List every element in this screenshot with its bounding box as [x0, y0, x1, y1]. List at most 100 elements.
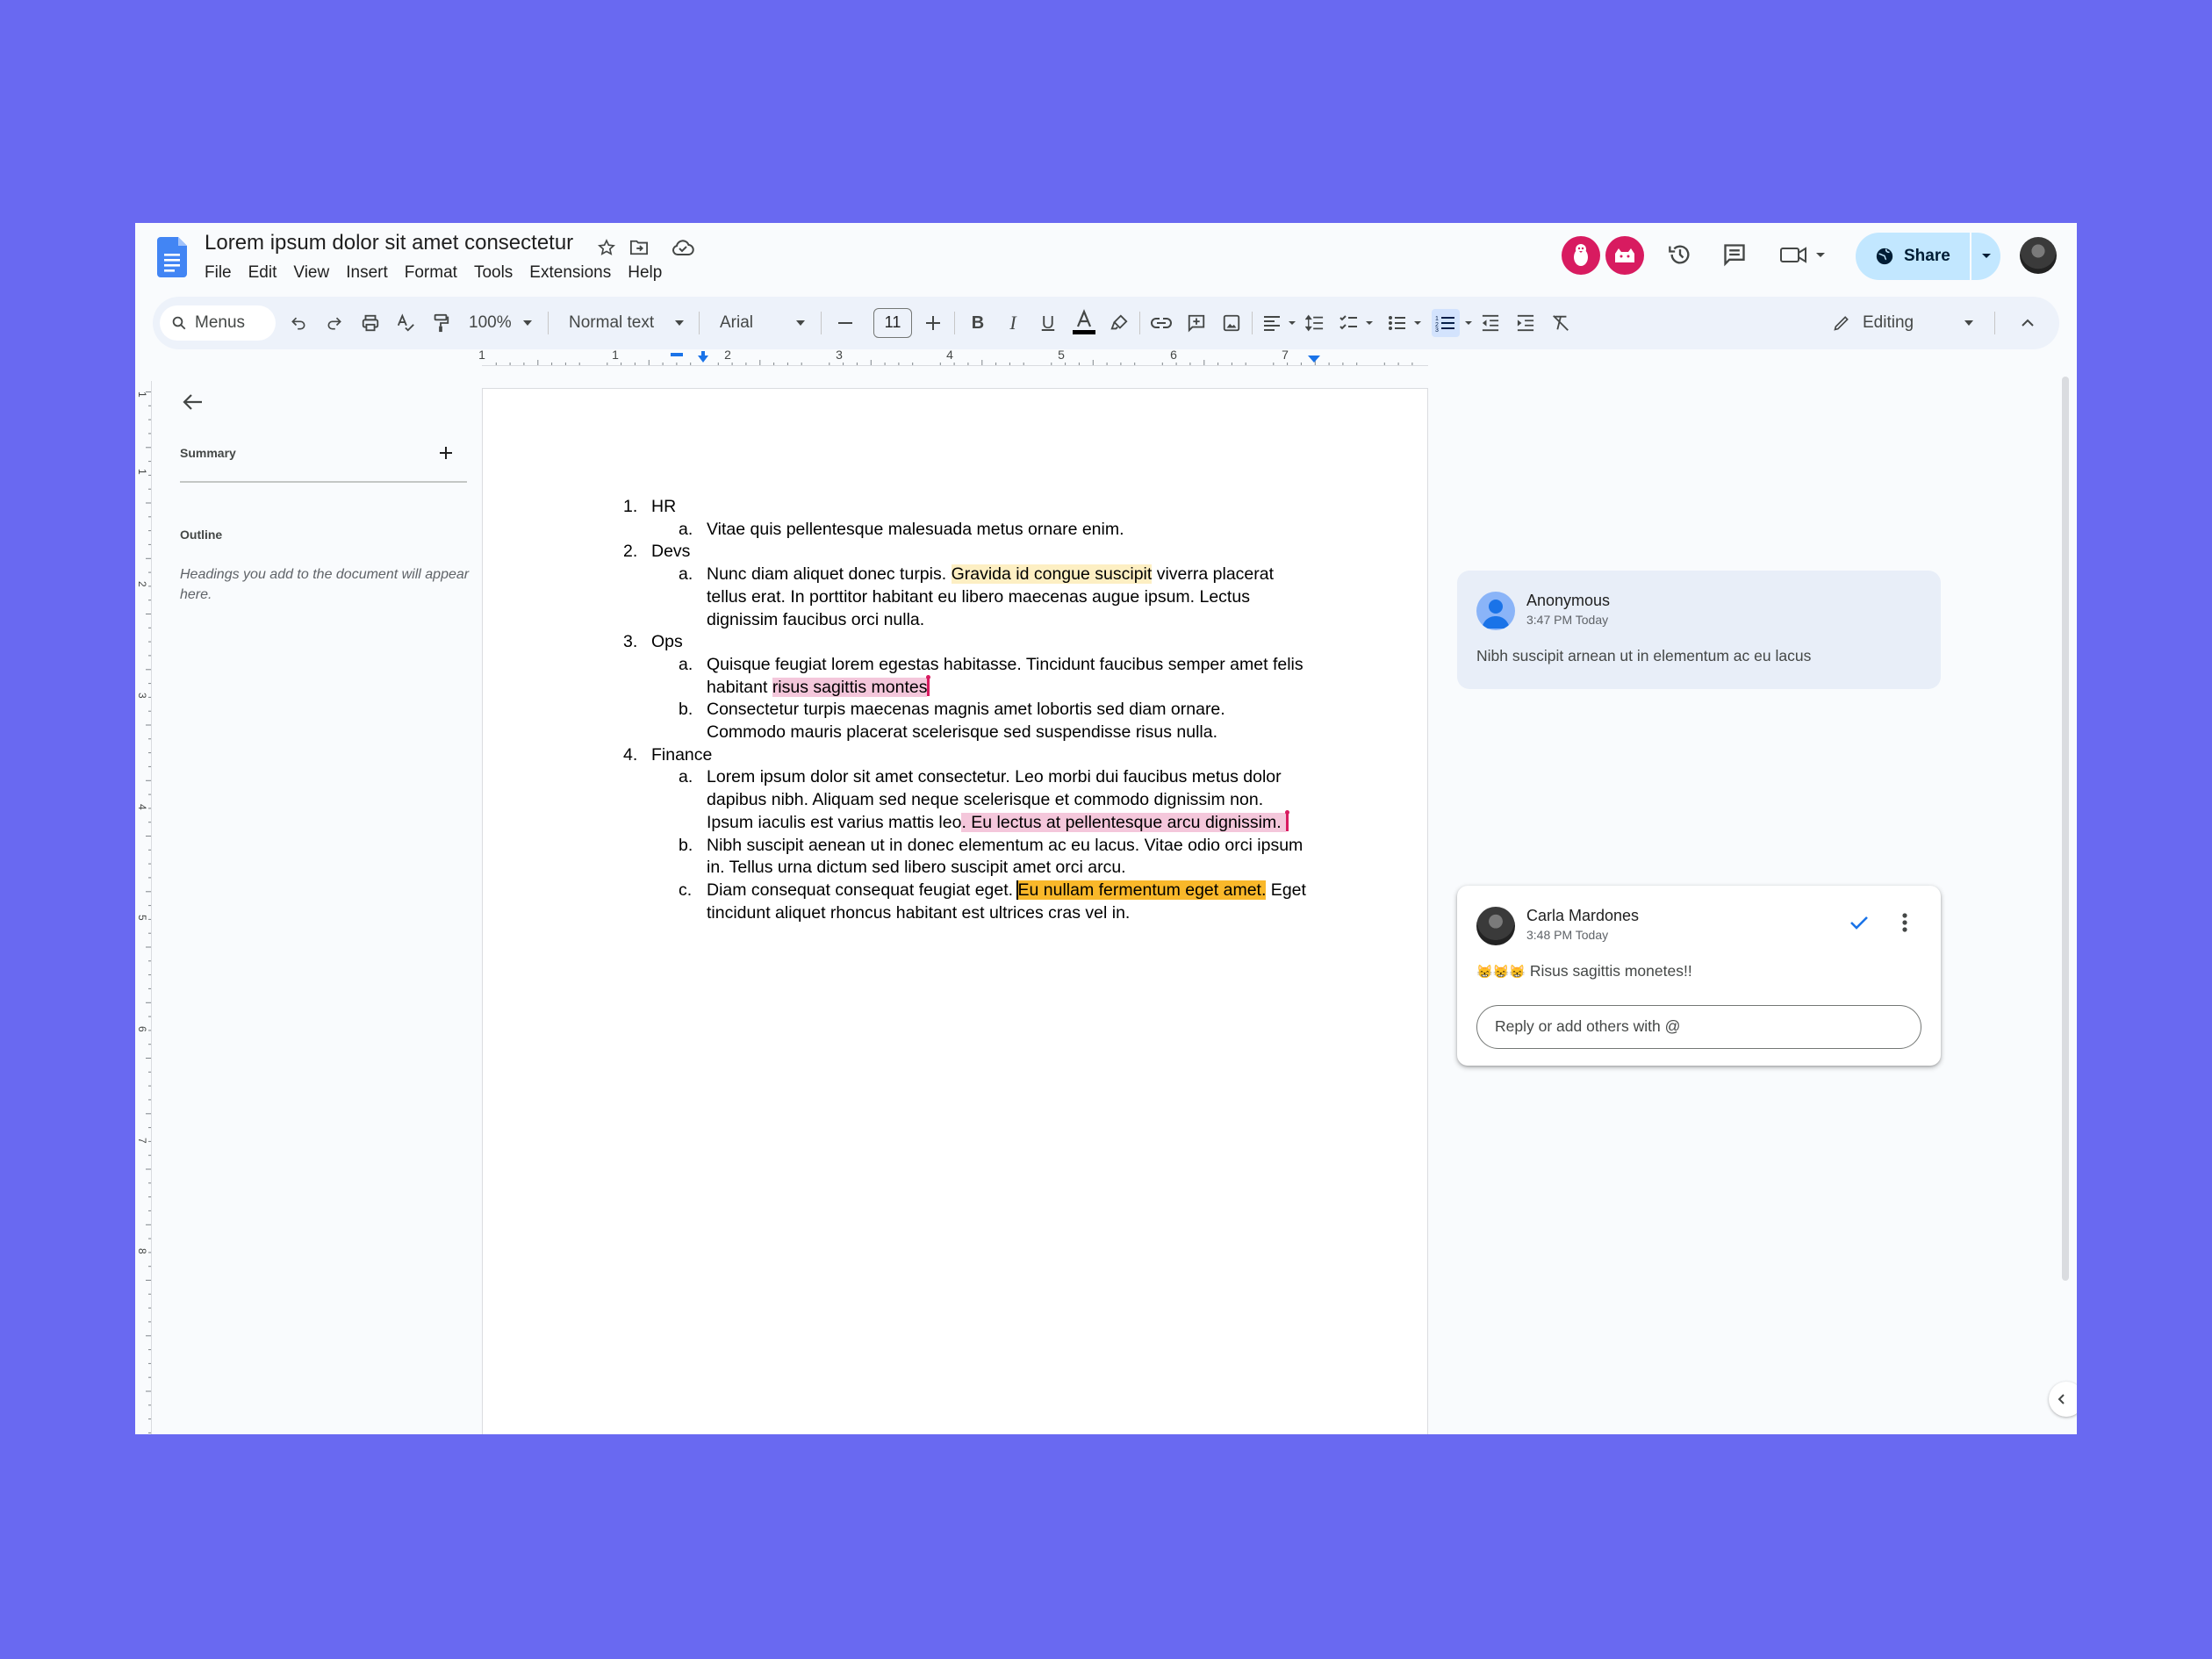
print-icon[interactable] — [358, 311, 383, 335]
checklist-icon[interactable] — [1338, 311, 1376, 335]
ruler-tick — [898, 363, 900, 365]
search-menus[interactable]: Menus — [160, 305, 276, 341]
line-spacing-icon[interactable] — [1303, 311, 1327, 335]
menu-file[interactable]: File — [205, 263, 232, 283]
share-dropdown-icon[interactable] — [1972, 233, 2000, 280]
ruler-tick — [1397, 363, 1399, 365]
ruler-tick — [939, 363, 941, 365]
style-select[interactable]: Normal text — [569, 297, 654, 349]
editing-mode-select[interactable]: Editing — [1863, 297, 1914, 349]
bulleted-list-icon[interactable] — [1386, 311, 1425, 335]
ruler-tick — [148, 765, 151, 767]
ruler-tick — [146, 779, 151, 781]
undo-icon[interactable] — [286, 311, 311, 335]
ruler-tick — [1161, 363, 1163, 365]
font-dropdown-icon[interactable] — [794, 318, 807, 328]
document-title[interactable]: Lorem ipsum dolor sit amet consectetur — [205, 231, 573, 255]
decrease-font-size-icon[interactable] — [833, 311, 858, 335]
list-item: 2. Devs — [623, 541, 1308, 564]
menu-tools[interactable]: Tools — [474, 263, 513, 283]
highlight-color-icon[interactable] — [1107, 311, 1131, 335]
zoom-dropdown-icon[interactable] — [521, 318, 534, 328]
toolbar: Menus 100% Normal text Arial 11 B I U 1 … — [153, 297, 2059, 349]
ruler-tick — [146, 946, 151, 948]
highlighted-text-yellow[interactable]: Gravida id congue suscipit — [951, 564, 1153, 585]
ruler-tick — [148, 1307, 151, 1309]
collaborator-avatar-2[interactable] — [1605, 236, 1644, 275]
decrease-indent-icon[interactable] — [1478, 311, 1503, 335]
ruler-tick — [953, 363, 955, 365]
paint-format-icon[interactable] — [428, 311, 453, 335]
menu-extensions[interactable]: Extensions — [529, 263, 611, 283]
list-text: Nunc diam aliquet donec turpis. — [707, 564, 952, 585]
comment-card-carla[interactable]: Carla Mardones 3:48 PM Today 😸😸😸 Risus s… — [1457, 886, 1941, 1066]
menu-help[interactable]: Help — [628, 263, 662, 283]
share-button[interactable]: Share — [1856, 233, 2000, 280]
text-color-icon[interactable] — [1071, 307, 1097, 337]
menu-edit[interactable]: Edit — [248, 263, 277, 283]
resolve-check-icon[interactable] — [1843, 907, 1875, 938]
clear-formatting-icon[interactable] — [1548, 311, 1573, 335]
move-to-folder-icon[interactable] — [628, 236, 650, 259]
account-avatar[interactable] — [2020, 237, 2057, 274]
font-size-input[interactable]: 11 — [873, 308, 912, 338]
list-number: b. — [679, 700, 693, 720]
zoom-select[interactable]: 100% — [469, 297, 512, 349]
spellcheck-icon[interactable] — [393, 311, 418, 335]
horizontal-ruler[interactable]: 1 1 2 3 4 5 6 7 — [135, 348, 2077, 370]
add-summary-icon[interactable] — [435, 442, 456, 463]
edit-pencil-icon — [1829, 311, 1854, 335]
ruler-tick — [801, 363, 802, 365]
ruler-tick — [148, 1362, 151, 1364]
document-page[interactable]: 1. HR a. Vitae quis pellentesque malesuada… — [482, 388, 1428, 1434]
ruler-tick — [148, 1376, 151, 1378]
increase-indent-icon[interactable] — [1513, 311, 1538, 335]
summary-heading: Summary — [180, 446, 236, 460]
star-icon[interactable] — [595, 236, 618, 259]
vertical-ruler[interactable]: 1 1 2 3 4 5 6 7 8 — [135, 381, 153, 1434]
menu-insert[interactable]: Insert — [346, 263, 388, 283]
italic-icon[interactable]: I — [1001, 311, 1025, 335]
add-comment-icon[interactable] — [1184, 311, 1209, 335]
vertical-scrollbar[interactable] — [2062, 377, 2069, 1281]
numbered-list-icon[interactable]: 123 — [1432, 311, 1476, 335]
menu-format[interactable]: Format — [405, 263, 457, 283]
list-item: 4. Finance — [623, 744, 1308, 767]
font-select[interactable]: Arial — [720, 297, 753, 349]
redo-icon[interactable] — [322, 311, 347, 335]
ruler-tick — [148, 1071, 151, 1073]
ruler-tick — [146, 1002, 151, 1003]
insert-link-icon[interactable] — [1149, 311, 1174, 335]
commented-text-orange[interactable]: Eu nullam fermentum eget amet. — [1017, 880, 1267, 900]
increase-font-size-icon[interactable] — [921, 311, 945, 335]
ruler-tick — [146, 502, 151, 504]
meet-icon[interactable] — [1777, 237, 1835, 272]
editing-dropdown-icon[interactable] — [1963, 318, 1975, 328]
hide-menus-chevron-icon[interactable] — [2015, 311, 2040, 335]
style-dropdown-icon[interactable] — [673, 318, 686, 328]
ruler-tick — [1175, 363, 1177, 365]
selected-text-pink[interactable]: . Eu lectus at pellentesque arcu digniss… — [961, 812, 1287, 832]
version-history-icon[interactable] — [1663, 237, 1698, 272]
ruler-number: 6 — [1170, 348, 1177, 362]
underline-icon[interactable]: U — [1036, 311, 1060, 335]
list-item: a. Lorem ipsum dolor sit amet consectetur… — [623, 766, 1308, 834]
more-options-icon[interactable] — [1889, 907, 1921, 938]
comment-emoji: 😸😸😸 — [1476, 965, 1526, 980]
align-icon[interactable] — [1260, 311, 1299, 335]
cloud-saved-icon[interactable] — [670, 236, 696, 259]
comments-icon[interactable] — [1717, 237, 1752, 272]
docs-logo-icon[interactable] — [157, 237, 187, 277]
ruler-tick — [146, 669, 151, 671]
close-outline-arrow-icon[interactable] — [177, 386, 209, 418]
bold-icon[interactable]: B — [966, 311, 990, 335]
reply-input[interactable]: Reply or add others with @ — [1476, 1005, 1921, 1049]
outline-hint: Headings you add to the document will ap… — [180, 567, 470, 602]
comment-card-anonymous[interactable]: Anonymous 3:47 PM Today Nibh suscipit ar… — [1457, 571, 1941, 689]
insert-image-icon[interactable] — [1219, 311, 1244, 335]
menu-view[interactable]: View — [293, 263, 329, 283]
side-panel-toggle-icon[interactable] — [2049, 1382, 2077, 1417]
document-body[interactable]: 1. HR a. Vitae quis pellentesque malesuada… — [623, 496, 1308, 924]
collaborator-avatar-1[interactable] — [1562, 236, 1600, 275]
commented-text-pink[interactable]: risus sagittis montes — [772, 677, 928, 697]
